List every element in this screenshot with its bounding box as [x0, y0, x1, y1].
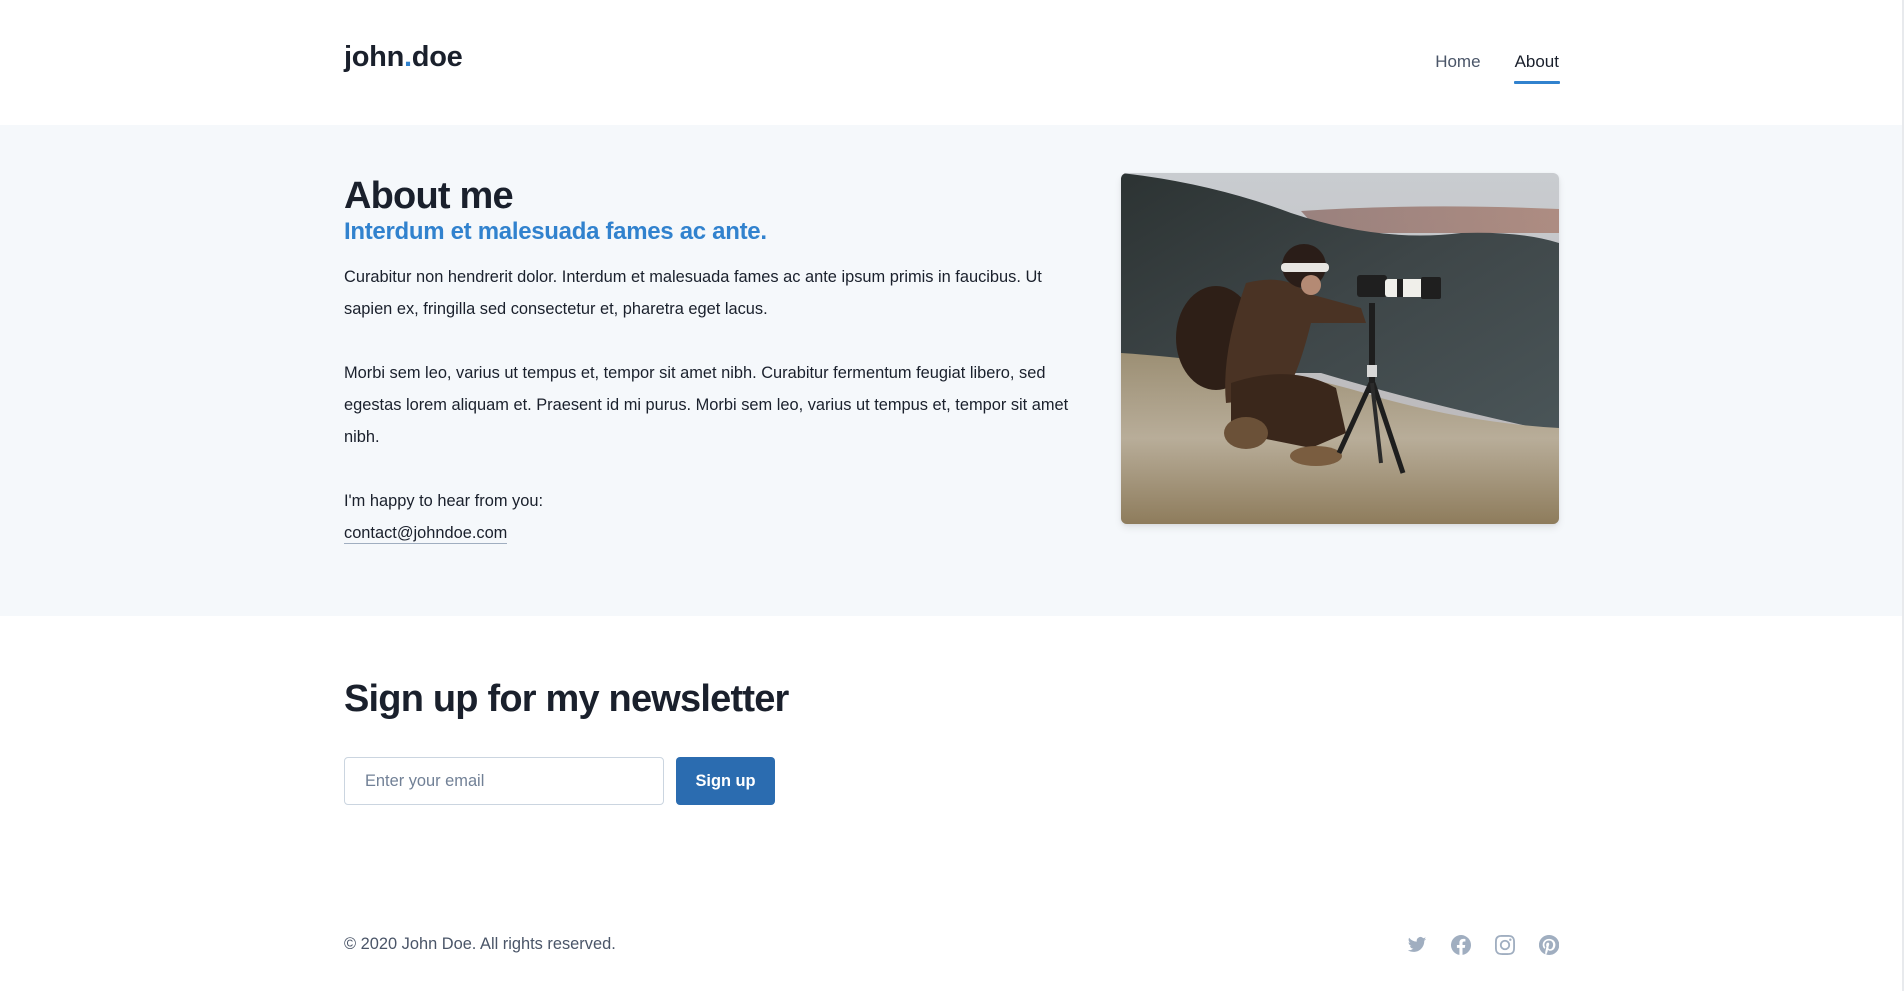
about-subtitle: Interdum et malesuada fames ac ante.	[344, 218, 767, 245]
main-nav: Home About	[1435, 52, 1561, 84]
contact-block: I'm happy to hear from you: contact@john…	[344, 485, 1074, 549]
about-paragraph: Morbi sem leo, varius ut tempus et, temp…	[344, 364, 1069, 446]
signup-button[interactable]: Sign up	[676, 757, 775, 805]
photographer-image	[1121, 173, 1559, 524]
twitter-icon	[1407, 937, 1427, 952]
logo-text-last: doe	[411, 41, 463, 73]
about-paragraph: Curabitur non hendrerit dolor. Interdum …	[344, 268, 1042, 318]
instagram-link[interactable]	[1495, 935, 1515, 955]
twitter-link[interactable]	[1407, 935, 1427, 955]
contact-email-link[interactable]: contact@johndoe.com	[344, 524, 508, 544]
about-text-column: About me Interdum et malesuada fames ac …	[344, 173, 1074, 549]
instagram-icon	[1495, 935, 1515, 955]
nav-link-about[interactable]: About	[1513, 52, 1561, 84]
nav-link-home[interactable]: Home	[1435, 52, 1480, 84]
logo-text-first: john	[344, 41, 405, 73]
copyright-text: © 2020 John Doe. All rights reserved.	[344, 935, 616, 953]
facebook-link[interactable]	[1451, 935, 1471, 955]
pinterest-icon	[1539, 935, 1559, 955]
email-input[interactable]	[344, 757, 664, 805]
newsletter-title: Sign up for my newsletter	[344, 678, 789, 720]
about-body: Curabitur non hendrerit dolor. Interdum …	[344, 261, 1074, 549]
site-header: john.doe Home About	[0, 0, 1904, 125]
about-photo	[1121, 173, 1559, 524]
facebook-icon	[1451, 935, 1471, 955]
about-section: About me Interdum et malesuada fames ac …	[0, 125, 1904, 616]
social-links	[1407, 935, 1559, 955]
site-logo[interactable]: john.doe	[344, 41, 463, 74]
contact-prompt: I'm happy to hear from you:	[344, 492, 544, 510]
page-title: About me	[344, 175, 514, 217]
pinterest-link[interactable]	[1539, 935, 1559, 955]
logo-dot: .	[404, 41, 412, 73]
